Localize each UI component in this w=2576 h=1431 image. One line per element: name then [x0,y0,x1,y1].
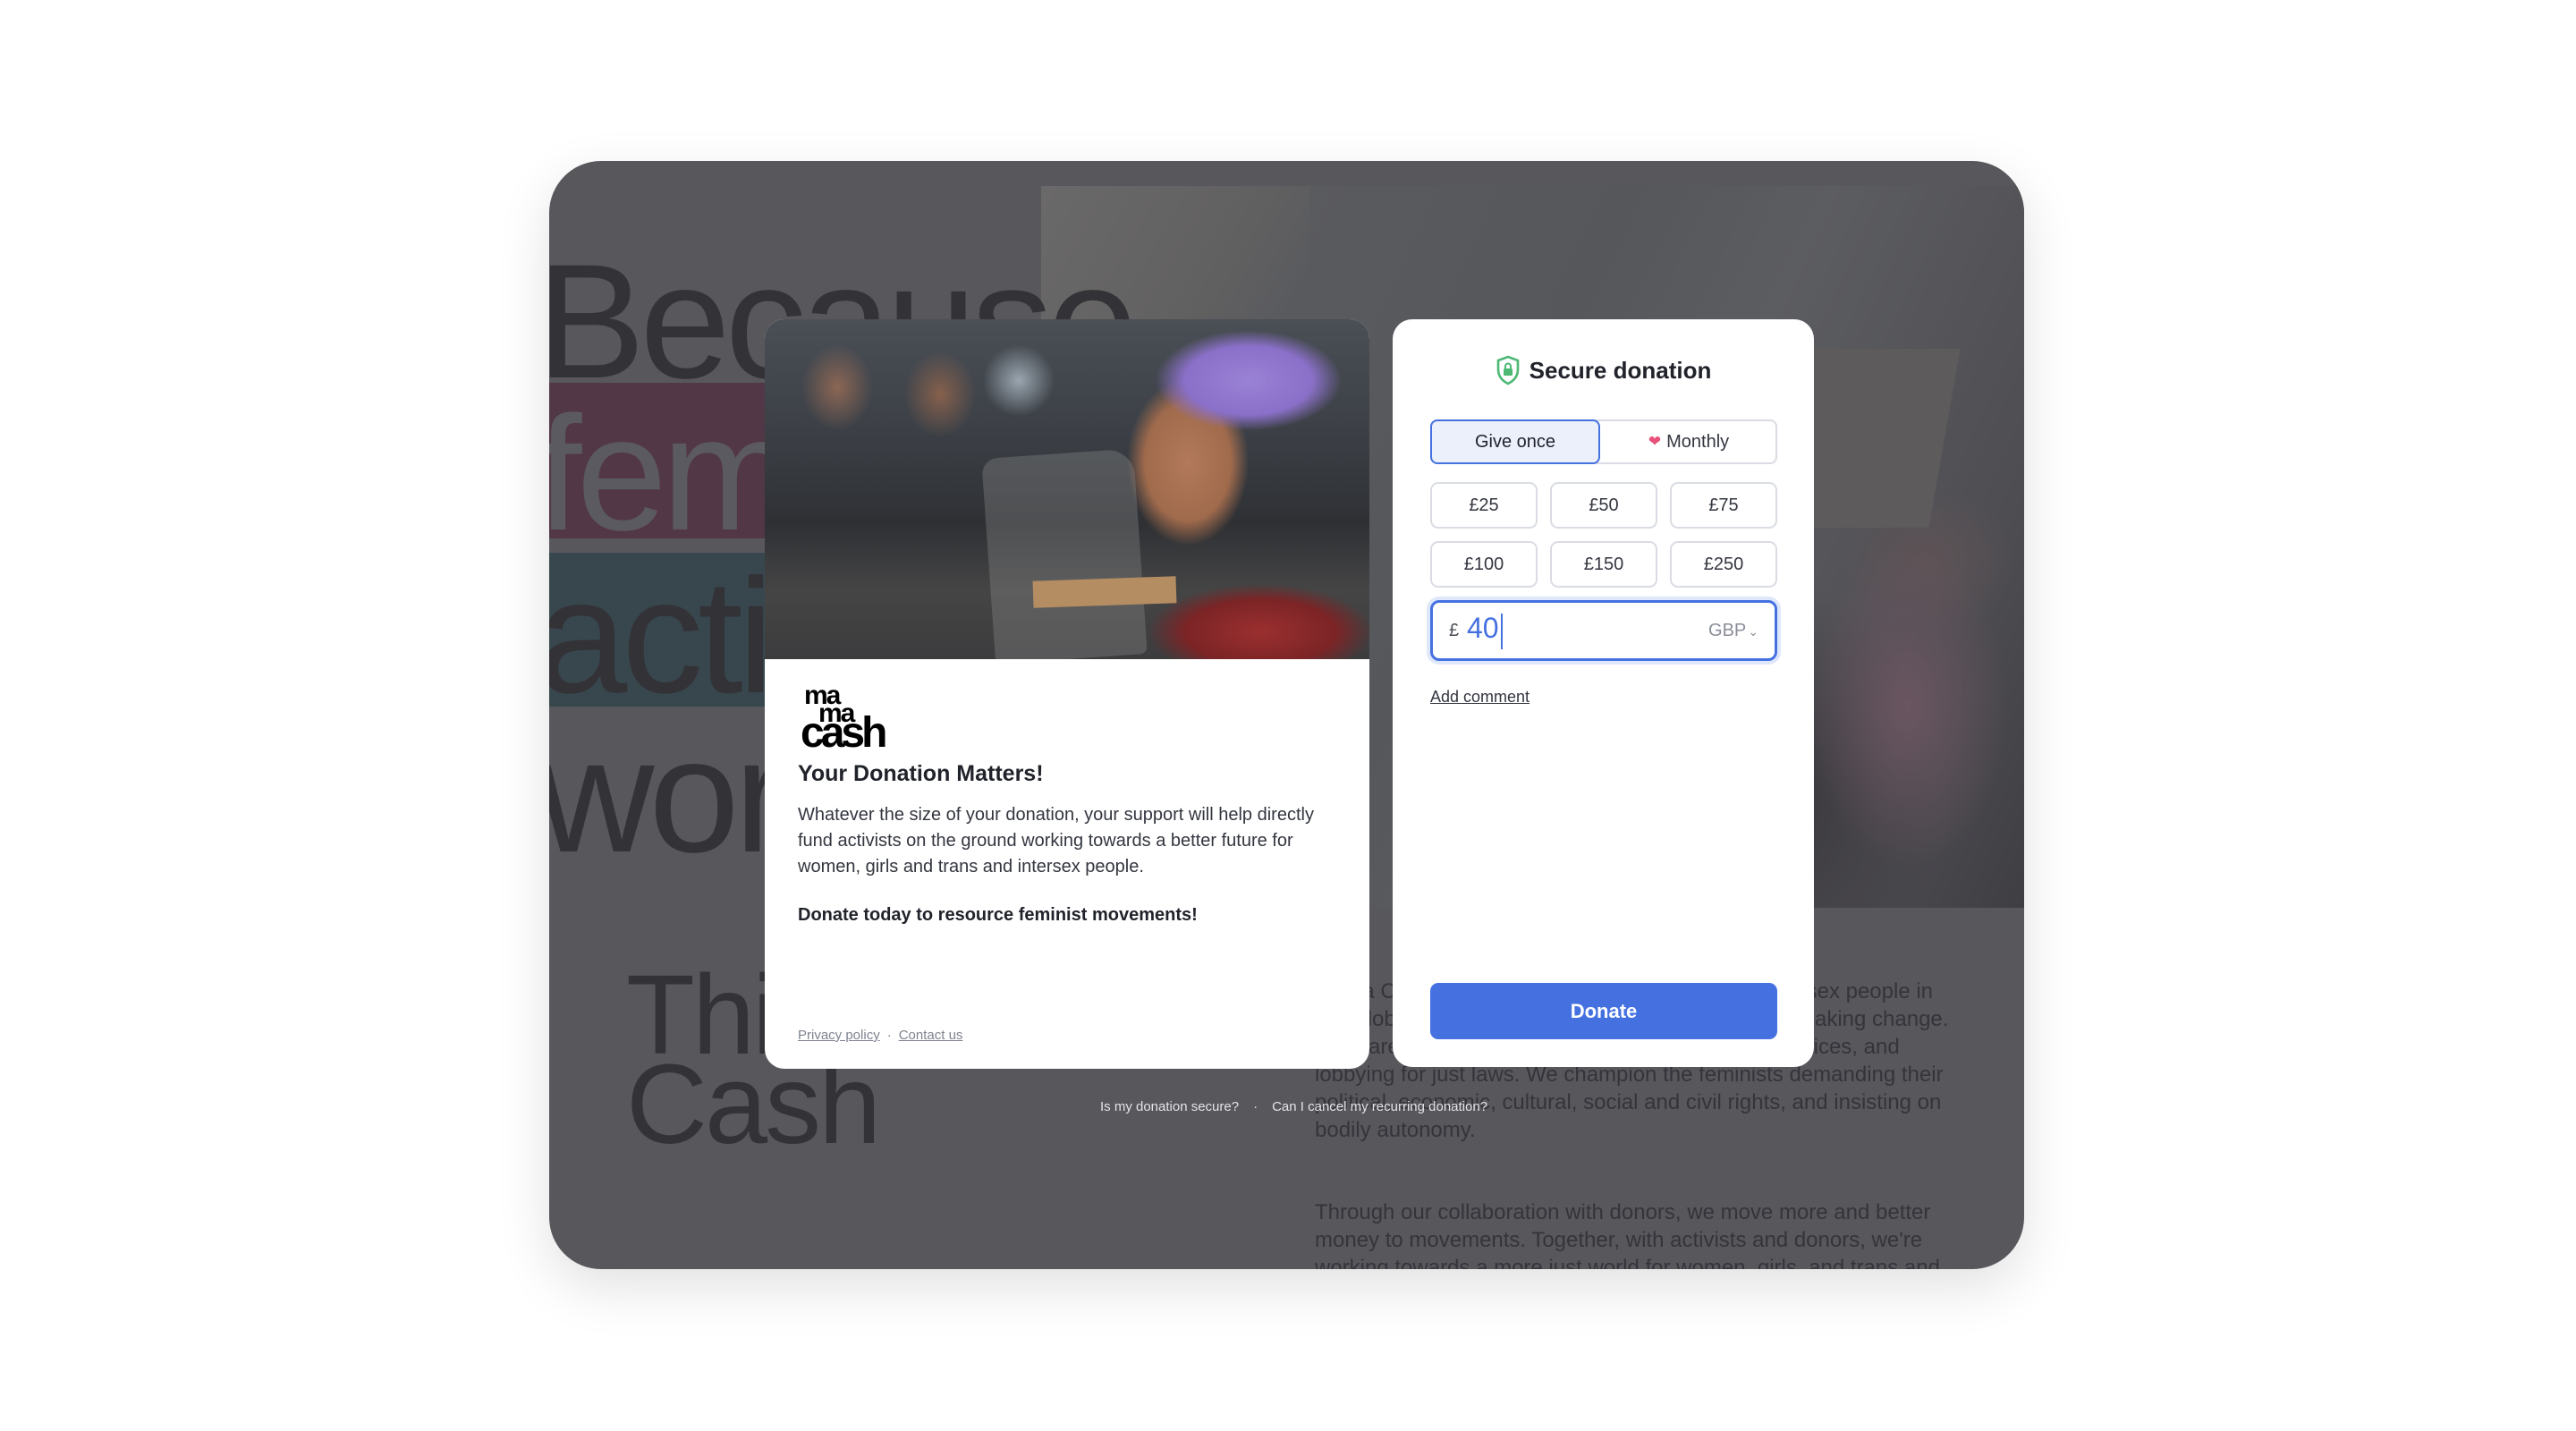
faq-links: Is my donation secure? · Can I cancel my r… [1100,1099,1487,1114]
custom-amount-input[interactable]: £ 40 GBP ⌄ [1430,600,1777,661]
amount-button[interactable]: £100 [1430,541,1538,588]
hero-image-shield [981,448,1148,659]
shield-lock-icon [1496,355,1519,385]
frequency-toggle: Give once ❤ Monthly [1430,419,1777,464]
secure-donation-title: Secure donation [1529,357,1712,384]
hero-image [765,319,1369,659]
faq-link-cancel[interactable]: Can I cancel my recurring donation? [1272,1099,1487,1114]
info-footer: Privacy policy · Contact us [798,1028,962,1043]
donate-button[interactable]: Donate [1430,983,1777,1039]
give-once-label: Give once [1474,431,1556,452]
amount-button[interactable]: £25 [1430,482,1538,529]
donation-form-card: Secure donation Give once ❤ Monthly £25 … [1393,319,1814,1067]
secure-donation-header: Secure donation [1393,355,1814,385]
hero-image-board [1032,576,1177,608]
currency-symbol: £ [1449,621,1460,640]
currency-select[interactable]: GBP ⌄ [1708,621,1758,641]
heart-icon: ❤ [1648,433,1662,450]
info-body: Whatever the size of your donation, your… [798,805,1314,876]
subheading-line: Cash [626,1041,881,1167]
text-caret [1501,614,1503,649]
chevron-down-icon: ⌄ [1748,624,1758,639]
donation-info-card: ma ma cash Your Donation Matters! Whatev… [765,319,1369,1069]
mama-cash-logo: ma ma cash [799,681,924,757]
amount-button[interactable]: £250 [1670,541,1777,588]
faq-separator: · [1253,1099,1258,1114]
add-comment-link[interactable]: Add comment [1430,688,1530,707]
monthly-label: Monthly [1666,431,1730,452]
give-once-tab[interactable]: Give once [1430,419,1600,464]
info-cta: Donate today to resource feminist moveme… [798,905,1198,925]
faq-link-secure[interactable]: Is my donation secure? [1100,1099,1239,1114]
amount-button[interactable]: £75 [1670,482,1777,529]
amount-button[interactable]: £150 [1550,541,1657,588]
contact-us-link[interactable]: Contact us [899,1028,963,1043]
amount-button[interactable]: £50 [1550,482,1657,529]
info-title: Your Donation Matters! [798,761,1044,786]
background-paragraph: Through our collaboration with donors, w… [1315,1200,1940,1269]
footer-separator: · [886,1028,892,1043]
monthly-tab[interactable]: ❤ Monthly [1600,419,1777,464]
currency-code: GBP [1708,621,1747,640]
privacy-policy-link[interactable]: Privacy policy [798,1028,880,1043]
custom-amount-value[interactable]: 40 [1467,612,1499,645]
logo-line: cash [801,709,887,757]
